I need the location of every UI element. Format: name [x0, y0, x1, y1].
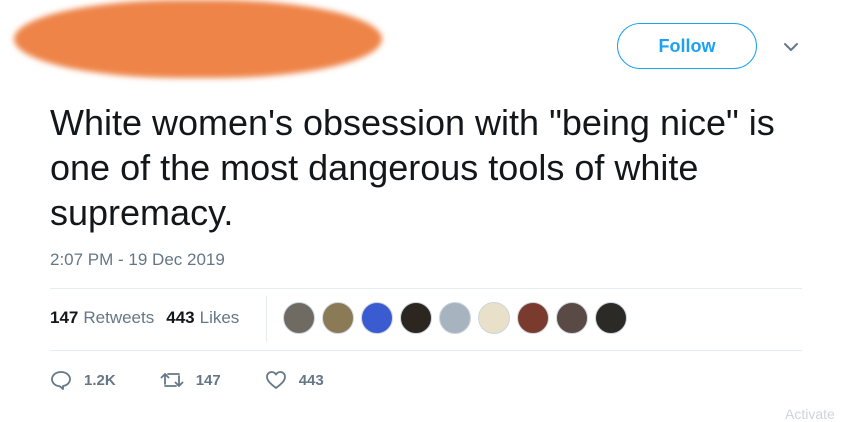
- retweet-button[interactable]: 147: [160, 370, 221, 390]
- like-count: 443: [298, 371, 324, 389]
- liker-avatar[interactable]: [361, 302, 393, 334]
- stats-separator: [266, 296, 267, 342]
- liker-avatar[interactable]: [595, 302, 627, 334]
- tweet-timestamp[interactable]: 2:07 PM - 19 Dec 2019: [50, 250, 225, 270]
- like-button[interactable]: 443: [265, 370, 324, 390]
- liker-avatar[interactable]: [400, 302, 432, 334]
- heart-icon: [265, 371, 286, 389]
- follow-label: Follow: [658, 35, 716, 56]
- liker-avatar[interactable]: [478, 302, 510, 334]
- retweet-count: 147: [195, 371, 221, 389]
- liker-avatar[interactable]: [322, 302, 354, 334]
- retweets-label: Retweets: [83, 308, 155, 327]
- divider: [50, 288, 802, 289]
- redacted-username: [14, 0, 382, 78]
- follow-button[interactable]: Follow: [617, 23, 757, 69]
- liker-avatar[interactable]: [283, 302, 315, 334]
- divider: [50, 350, 802, 351]
- retweet-icon: [160, 373, 184, 387]
- reply-icon: [51, 371, 71, 390]
- liker-avatar[interactable]: [556, 302, 588, 334]
- retweets-stat[interactable]: 147 Retweets: [50, 308, 154, 328]
- liker-avatars: [283, 302, 627, 334]
- chevron-down-icon[interactable]: [780, 36, 802, 58]
- activate-watermark: Activate: [785, 406, 835, 422]
- tweet-text: White women's obsession with "being nice…: [50, 102, 775, 233]
- likes-count: 443: [166, 308, 195, 327]
- retweets-count: 147: [50, 308, 79, 327]
- tweet-actions: 1.2K 147 443: [50, 370, 368, 390]
- liker-avatar[interactable]: [517, 302, 549, 334]
- reply-button[interactable]: 1.2K: [50, 370, 116, 390]
- reply-count: 1.2K: [84, 371, 116, 389]
- tweet-stats: 147 Retweets 443 Likes: [50, 308, 239, 328]
- likes-stat[interactable]: 443 Likes: [166, 308, 239, 328]
- liker-avatar[interactable]: [439, 302, 471, 334]
- likes-label: Likes: [199, 308, 240, 327]
